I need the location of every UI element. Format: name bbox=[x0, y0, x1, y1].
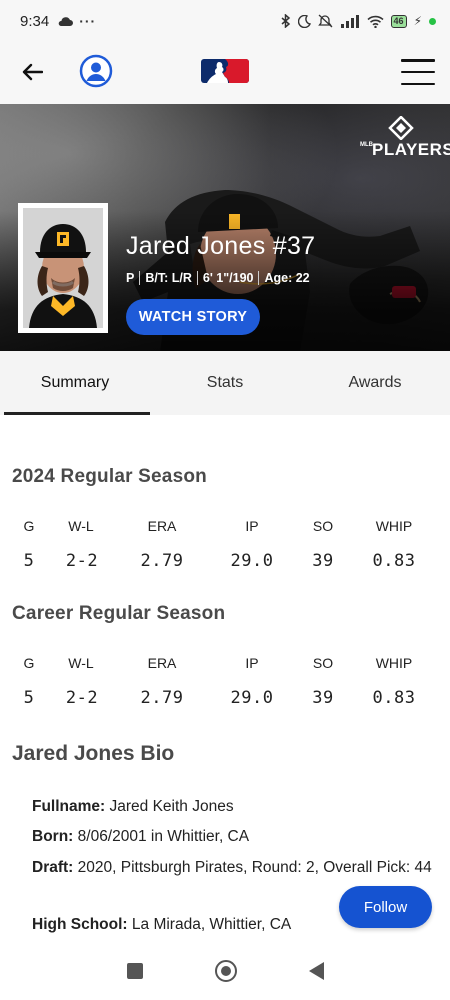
player-meta: P B/T: L/R 6' 1"/190 Age: 22 bbox=[126, 271, 310, 285]
bio-high-school-label: High School: bbox=[32, 916, 128, 933]
app-header bbox=[0, 42, 450, 104]
stat-value-wl: 2-2 bbox=[65, 688, 99, 708]
headshot-portrait bbox=[23, 208, 103, 328]
menu-line bbox=[401, 82, 435, 85]
stat-header: ERA bbox=[147, 518, 177, 534]
player-headshot bbox=[18, 203, 108, 333]
tab-summary[interactable]: Summary bbox=[0, 351, 150, 415]
tab-awards[interactable]: Awards bbox=[300, 351, 450, 415]
back-button[interactable] bbox=[18, 58, 46, 86]
stat-value-era: 2.79 bbox=[140, 551, 184, 571]
charging-icon: ⚡ bbox=[413, 14, 422, 28]
player-tabs: Summary Stats Awards bbox=[0, 351, 450, 415]
bio-born-value: 8/06/2001 in Whittier, CA bbox=[77, 828, 250, 845]
wifi-icon bbox=[367, 15, 384, 28]
mlb-logo[interactable] bbox=[201, 59, 249, 83]
menu-line bbox=[401, 59, 435, 62]
season-2024-value-row: 5 2-2 2.79 29.0 39 0.83 bbox=[0, 551, 450, 573]
tab-stats[interactable]: Stats bbox=[150, 351, 300, 415]
bio-title: Jared Jones Bio bbox=[12, 742, 175, 765]
cloud-icon bbox=[58, 16, 74, 26]
status-right-icons: 46 ⚡ bbox=[281, 14, 436, 28]
bio-born: Born: 8/06/2001 in Whittier, CA bbox=[32, 824, 432, 850]
headshot-image bbox=[23, 208, 103, 328]
bio-high-school-value: La Mirada, Whittier, CA bbox=[131, 916, 292, 933]
bio-draft-label: Draft: bbox=[32, 859, 74, 876]
players-logo-small-text: MLB bbox=[360, 142, 373, 148]
mute-icon bbox=[317, 14, 332, 28]
follow-button[interactable]: Follow bbox=[339, 886, 432, 928]
player-bats-throws: B/T: L/R bbox=[145, 271, 192, 285]
stat-header: SO bbox=[312, 518, 334, 534]
player-hero: MLB PLAYERS Jared Jones #37 P B/T: L/R 6… bbox=[0, 104, 450, 351]
career-title: Career Regular Season bbox=[12, 603, 226, 624]
meta-divider bbox=[196, 271, 198, 285]
bluetooth-icon bbox=[281, 14, 290, 28]
stat-value-so: 39 bbox=[312, 688, 334, 708]
player-height-weight: 6' 1"/190 bbox=[202, 271, 254, 285]
career-value-row: 5 2-2 2.79 29.0 39 0.83 bbox=[0, 688, 450, 710]
stat-value-whip: 0.83 bbox=[372, 688, 416, 708]
hamburger-menu-button[interactable] bbox=[401, 59, 435, 85]
stat-header: IP bbox=[245, 518, 259, 534]
signal-icon bbox=[340, 14, 359, 28]
meta-divider bbox=[258, 271, 260, 285]
player-position: P bbox=[126, 271, 135, 285]
bio-born-label: Born: bbox=[32, 828, 74, 845]
bio-draft: Draft: 2020, Pittsburgh Pirates, Round: … bbox=[32, 855, 432, 881]
status-bar: 9:34 ··· 46 ⚡ bbox=[0, 0, 450, 42]
mlb-players-logo: MLB PLAYERS bbox=[360, 116, 450, 162]
bio-fullname-label: Fullname: bbox=[32, 798, 106, 815]
players-diamond-icon bbox=[388, 116, 414, 140]
home-button[interactable] bbox=[214, 960, 237, 982]
more-dots-icon: ··· bbox=[79, 13, 97, 29]
season-2024-header-row: G W-L ERA IP SO WHIP bbox=[0, 518, 450, 540]
system-nav-bar bbox=[0, 942, 450, 1000]
menu-line bbox=[401, 70, 435, 74]
stat-header: IP bbox=[245, 655, 259, 671]
stat-value-ip: 29.0 bbox=[230, 688, 274, 708]
stat-value-g: 5 bbox=[23, 551, 35, 571]
career-header-row: G W-L ERA IP SO WHIP bbox=[0, 655, 450, 677]
bio-draft-value: 2020, Pittsburgh Pirates, Round: 2, Over… bbox=[77, 859, 432, 876]
stat-header: W-L bbox=[68, 655, 94, 671]
stat-value-whip: 0.83 bbox=[372, 551, 416, 571]
stat-value-so: 39 bbox=[312, 551, 334, 571]
user-avatar-icon bbox=[79, 54, 113, 88]
back-arrow-icon bbox=[22, 63, 43, 81]
green-dot-indicator bbox=[429, 17, 436, 25]
stat-header: ERA bbox=[147, 655, 177, 671]
system-back-button[interactable] bbox=[308, 962, 324, 980]
stat-header: G bbox=[23, 655, 35, 671]
stat-header: WHIP bbox=[375, 655, 413, 671]
moon-icon bbox=[297, 14, 311, 28]
status-time: 9:34 bbox=[20, 12, 50, 30]
season-2024-title: 2024 Regular Season bbox=[12, 466, 207, 487]
stat-value-g: 5 bbox=[23, 688, 35, 708]
recent-apps-button[interactable] bbox=[126, 963, 143, 979]
battery-icon: 46 bbox=[390, 14, 407, 28]
battery-level: 46 bbox=[393, 16, 404, 26]
stat-value-ip: 29.0 bbox=[230, 551, 274, 571]
player-name: Jared Jones #37 bbox=[126, 232, 316, 260]
stat-header: WHIP bbox=[375, 518, 413, 534]
stat-value-era: 2.79 bbox=[140, 688, 184, 708]
players-logo-text: PLAYERS bbox=[372, 140, 450, 159]
stat-header: W-L bbox=[68, 518, 94, 534]
stat-header: G bbox=[23, 518, 35, 534]
watch-story-button[interactable]: WATCH STORY bbox=[126, 299, 260, 335]
profile-button[interactable] bbox=[79, 54, 113, 88]
mlb-logo-icon bbox=[201, 59, 249, 83]
bio-fullname-value: Jared Keith Jones bbox=[109, 798, 234, 815]
status-left-icons: ··· bbox=[57, 13, 96, 29]
meta-divider bbox=[139, 271, 141, 285]
player-age: Age: 22 bbox=[264, 271, 310, 285]
stat-header: SO bbox=[312, 655, 334, 671]
bio-fullname: Fullname: Jared Keith Jones bbox=[32, 794, 432, 820]
stat-value-wl: 2-2 bbox=[65, 551, 99, 571]
